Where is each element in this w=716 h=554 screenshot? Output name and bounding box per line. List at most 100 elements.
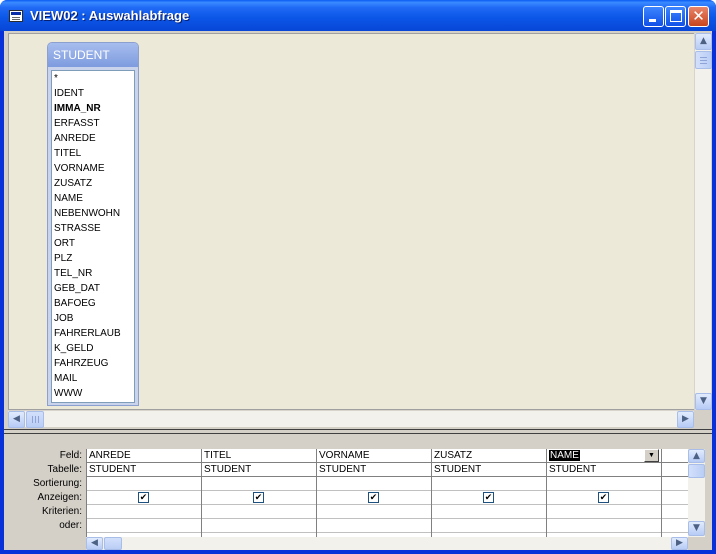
grid-vertical-scroll-thumb[interactable]	[688, 464, 705, 478]
field-cell[interactable]: TITEL	[202, 449, 316, 463]
show-checkbox[interactable]: ✔	[253, 492, 264, 503]
query-icon[interactable]	[9, 10, 23, 22]
table-pane[interactable]: STUDENT * IDENT IMMA_NR ERFASST ANREDE TITEL V…	[8, 33, 696, 410]
field-item[interactable]: STRASSE	[52, 221, 134, 236]
field-item[interactable]: NEBENWOHN	[52, 206, 134, 221]
field-item[interactable]: *	[52, 71, 134, 86]
horizontal-scroll-thumb[interactable]	[26, 411, 44, 428]
grid-scroll-down-button[interactable]: ▼	[688, 521, 705, 536]
empty-cell[interactable]	[662, 519, 688, 533]
or-cell[interactable]	[547, 519, 661, 533]
field-item[interactable]: VORNAME	[52, 161, 134, 176]
grid-column[interactable]: VORNAME STUDENT ✔	[317, 449, 432, 537]
field-item[interactable]: PLZ	[52, 251, 134, 266]
table-box-title[interactable]: STUDENT	[48, 43, 138, 67]
or-cell[interactable]	[317, 519, 431, 533]
field-item[interactable]: IDENT	[52, 86, 134, 101]
field-cell[interactable]: VORNAME	[317, 449, 431, 463]
grid-column[interactable]: NAME ▼ STUDENT ✔	[547, 449, 662, 537]
vertical-scroll-thumb[interactable]	[695, 51, 712, 69]
table-pane-vertical-scrollbar[interactable]: ▲ ▼	[694, 33, 712, 410]
title-bar[interactable]: VIEW02 : Auswahlabfrage ✕	[0, 0, 716, 31]
scroll-up-button[interactable]: ▲	[695, 33, 712, 50]
selected-field-text[interactable]: NAME	[549, 450, 580, 461]
field-item[interactable]: GEB_DAT	[52, 281, 134, 296]
criteria-cell[interactable]	[317, 505, 431, 519]
field-item[interactable]: TITEL	[52, 146, 134, 161]
sort-cell[interactable]	[202, 477, 316, 491]
or-cell[interactable]	[202, 519, 316, 533]
empty-cell[interactable]	[662, 491, 688, 505]
table-cell[interactable]: STUDENT	[317, 463, 431, 477]
show-checkbox[interactable]: ✔	[368, 492, 379, 503]
close-button[interactable]: ✕	[688, 6, 709, 27]
field-item[interactable]: JOB	[52, 311, 134, 326]
sort-cell[interactable]	[547, 477, 661, 491]
grid-column[interactable]: TITEL STUDENT ✔	[202, 449, 317, 537]
field-item[interactable]: NAME	[52, 191, 134, 206]
grid-horizontal-scroll-thumb[interactable]	[104, 537, 122, 550]
field-item[interactable]: ANREDE	[52, 131, 134, 146]
scroll-left-button[interactable]: ◀	[8, 411, 25, 428]
field-item[interactable]: ORT	[52, 236, 134, 251]
grid-horizontal-scrollbar[interactable]: ◀ ▶	[86, 537, 688, 550]
show-cell[interactable]: ✔	[432, 491, 546, 505]
pane-splitter[interactable]	[4, 429, 712, 434]
criteria-cell[interactable]	[432, 505, 546, 519]
grid-column[interactable]	[662, 449, 688, 537]
field-item[interactable]: BAFOEG	[52, 296, 134, 311]
criteria-cell[interactable]	[87, 505, 201, 519]
or-cell[interactable]	[432, 519, 546, 533]
design-grid[interactable]: ANREDE STUDENT ✔ TITEL STUDENT ✔ VORNAME STUDEN…	[86, 449, 688, 537]
empty-cell[interactable]	[662, 477, 688, 491]
grid-vertical-scrollbar[interactable]: ▲ ▼	[688, 449, 705, 537]
field-item[interactable]: MAIL	[52, 371, 134, 386]
row-label-oder: oder:	[59, 520, 82, 531]
field-item[interactable]: ZUSATZ	[52, 176, 134, 191]
table-pane-horizontal-scrollbar[interactable]: ◀ ▶	[8, 410, 694, 428]
field-item[interactable]: ERFASST	[52, 116, 134, 131]
grid-scroll-right-button[interactable]: ▶	[671, 537, 688, 550]
field-item[interactable]: WWW	[52, 386, 134, 401]
scroll-right-button[interactable]: ▶	[677, 411, 694, 428]
grid-column[interactable]: ANREDE STUDENT ✔	[87, 449, 202, 537]
field-cell[interactable]: ANREDE	[87, 449, 201, 463]
sort-cell[interactable]	[87, 477, 201, 491]
show-checkbox[interactable]: ✔	[598, 492, 609, 503]
grid-scroll-left-button[interactable]: ◀	[86, 537, 103, 550]
field-cell[interactable]: ZUSATZ	[432, 449, 546, 463]
empty-cell[interactable]	[662, 463, 688, 477]
sort-cell[interactable]	[432, 477, 546, 491]
maximize-button[interactable]	[665, 6, 686, 27]
show-checkbox[interactable]: ✔	[483, 492, 494, 503]
table-cell[interactable]: STUDENT	[202, 463, 316, 477]
field-item[interactable]: FAHRERLAUB	[52, 326, 134, 341]
field-list[interactable]: * IDENT IMMA_NR ERFASST ANREDE TITEL VORNAME ZU…	[51, 70, 135, 403]
table-cell[interactable]: STUDENT	[87, 463, 201, 477]
field-item[interactable]: K_GELD	[52, 341, 134, 356]
checkmark-icon: ✔	[484, 492, 493, 502]
field-item[interactable]: FAHRZEUG	[52, 356, 134, 371]
show-cell[interactable]: ✔	[202, 491, 316, 505]
grid-column[interactable]: ZUSATZ STUDENT ✔	[432, 449, 547, 537]
field-dropdown-button[interactable]: ▼	[644, 449, 659, 462]
grid-scroll-up-button[interactable]: ▲	[688, 449, 705, 463]
show-cell[interactable]: ✔	[87, 491, 201, 505]
criteria-cell[interactable]	[202, 505, 316, 519]
show-cell[interactable]: ✔	[547, 491, 661, 505]
criteria-cell[interactable]	[547, 505, 661, 519]
field-cell[interactable]: NAME ▼	[547, 449, 661, 463]
empty-cell[interactable]	[662, 449, 688, 463]
field-item[interactable]: IMMA_NR	[52, 101, 134, 116]
field-item[interactable]: TEL_NR	[52, 266, 134, 281]
table-cell[interactable]: STUDENT	[547, 463, 661, 477]
scroll-down-button[interactable]: ▼	[695, 393, 712, 410]
table-box-student[interactable]: STUDENT * IDENT IMMA_NR ERFASST ANREDE TITEL V…	[47, 42, 139, 406]
show-cell[interactable]: ✔	[317, 491, 431, 505]
sort-cell[interactable]	[317, 477, 431, 491]
show-checkbox[interactable]: ✔	[138, 492, 149, 503]
table-cell[interactable]: STUDENT	[432, 463, 546, 477]
or-cell[interactable]	[87, 519, 201, 533]
minimize-button[interactable]	[643, 6, 664, 27]
empty-cell[interactable]	[662, 505, 688, 519]
